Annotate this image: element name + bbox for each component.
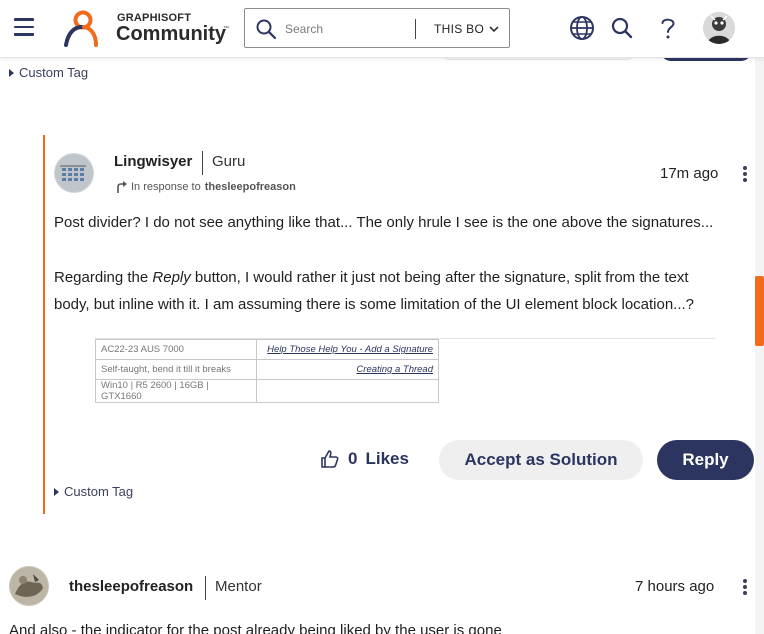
thumbs-up-icon[interactable] bbox=[320, 449, 340, 469]
signature-link[interactable]: Creating a Thread bbox=[256, 359, 439, 380]
in-response-to: In response to thesleepofreason bbox=[116, 181, 296, 193]
globe-icon[interactable] bbox=[567, 13, 597, 43]
user-avatar[interactable] bbox=[703, 12, 735, 44]
scrollbar-track[interactable] bbox=[755, 58, 764, 634]
signature-cell bbox=[256, 379, 439, 403]
signature-table: AC22-23 AUS 7000 Help Those Help You - A… bbox=[95, 339, 439, 403]
rank-divider bbox=[205, 576, 206, 600]
help-icon[interactable] bbox=[653, 13, 683, 43]
signature-row: Self-taught, bend it till it breaks Crea… bbox=[95, 359, 439, 380]
brand-bottom: Community bbox=[116, 23, 226, 45]
search-scope-select[interactable]: THIS BO bbox=[434, 22, 484, 36]
custom-tag-toggle[interactable]: Custom Tag bbox=[9, 65, 88, 80]
in-response-prefix: In response to bbox=[131, 181, 201, 193]
likes-count: 0 bbox=[348, 449, 358, 468]
signature-link[interactable]: Help Those Help You - Add a Signature bbox=[256, 339, 439, 360]
chevron-down-icon[interactable] bbox=[488, 23, 500, 35]
author-name-link[interactable]: thesleepofreason bbox=[69, 578, 193, 595]
signature-cell: AC22-23 AUS 7000 bbox=[95, 339, 257, 360]
post-paragraph-2-line-2: body, but inline with it. I am assuming … bbox=[54, 296, 695, 313]
text-span: button, I would rather it just not being… bbox=[190, 269, 689, 286]
text-span: Regarding the bbox=[54, 269, 153, 286]
search-divider bbox=[415, 19, 416, 39]
author-avatar[interactable] bbox=[9, 566, 49, 606]
graphisoft-logo-icon[interactable] bbox=[62, 9, 100, 47]
likes-label: Likes bbox=[365, 449, 409, 468]
search-input[interactable] bbox=[285, 19, 405, 39]
top-header: GRAPHISOFT Community ™ THIS BO bbox=[0, 0, 764, 58]
search-icon[interactable] bbox=[607, 13, 637, 43]
post-options-icon[interactable] bbox=[743, 166, 747, 184]
post-paragraph-1: And also - the indicator for the post al… bbox=[9, 622, 502, 634]
signature-cell: Self-taught, bend it till it breaks bbox=[95, 359, 257, 380]
rank-divider bbox=[202, 151, 203, 175]
author-rank: Mentor bbox=[215, 578, 262, 595]
reply-arrow-icon bbox=[117, 181, 127, 193]
search-icon[interactable] bbox=[255, 18, 277, 40]
like-button[interactable]: 0 Likes bbox=[320, 449, 409, 469]
signature-row: Win10 | R5 2600 | 16GB | GTX1660 bbox=[95, 379, 439, 403]
in-response-user-link[interactable]: thesleepofreason bbox=[205, 181, 296, 193]
caret-right-icon bbox=[9, 68, 14, 77]
custom-tag-toggle[interactable]: Custom Tag bbox=[54, 484, 133, 499]
custom-tag-label: Custom Tag bbox=[64, 484, 134, 499]
scrollbar-thumb[interactable] bbox=[755, 276, 764, 346]
post-paragraph-2-line-1: Regarding the Reply button, I would rath… bbox=[54, 264, 689, 291]
emphasized-text: Reply bbox=[152, 269, 191, 286]
reply-button[interactable]: Reply bbox=[657, 440, 754, 480]
author-avatar[interactable] bbox=[54, 153, 94, 193]
reply-indent-rule bbox=[43, 135, 45, 514]
menu-icon[interactable] bbox=[14, 18, 34, 36]
search-box: THIS BO bbox=[244, 8, 510, 48]
author-name-link[interactable]: Lingwisyer bbox=[114, 153, 192, 170]
caret-right-icon bbox=[54, 487, 59, 496]
accept-as-solution-button[interactable]: Accept as Solution bbox=[439, 440, 643, 480]
post-options-icon[interactable] bbox=[743, 579, 747, 597]
custom-tag-label: Custom Tag bbox=[19, 65, 89, 80]
post-time: 17m ago bbox=[660, 165, 719, 182]
brand-tm: ™ bbox=[223, 26, 229, 32]
signature-row: AC22-23 AUS 7000 Help Those Help You - A… bbox=[95, 339, 439, 360]
post-paragraph-1: Post divider? I do not see anything like… bbox=[54, 214, 714, 231]
signature-cell: Win10 | R5 2600 | 16GB | GTX1660 bbox=[95, 379, 257, 403]
author-rank: Guru bbox=[212, 153, 246, 170]
post-time: 7 hours ago bbox=[635, 578, 715, 595]
